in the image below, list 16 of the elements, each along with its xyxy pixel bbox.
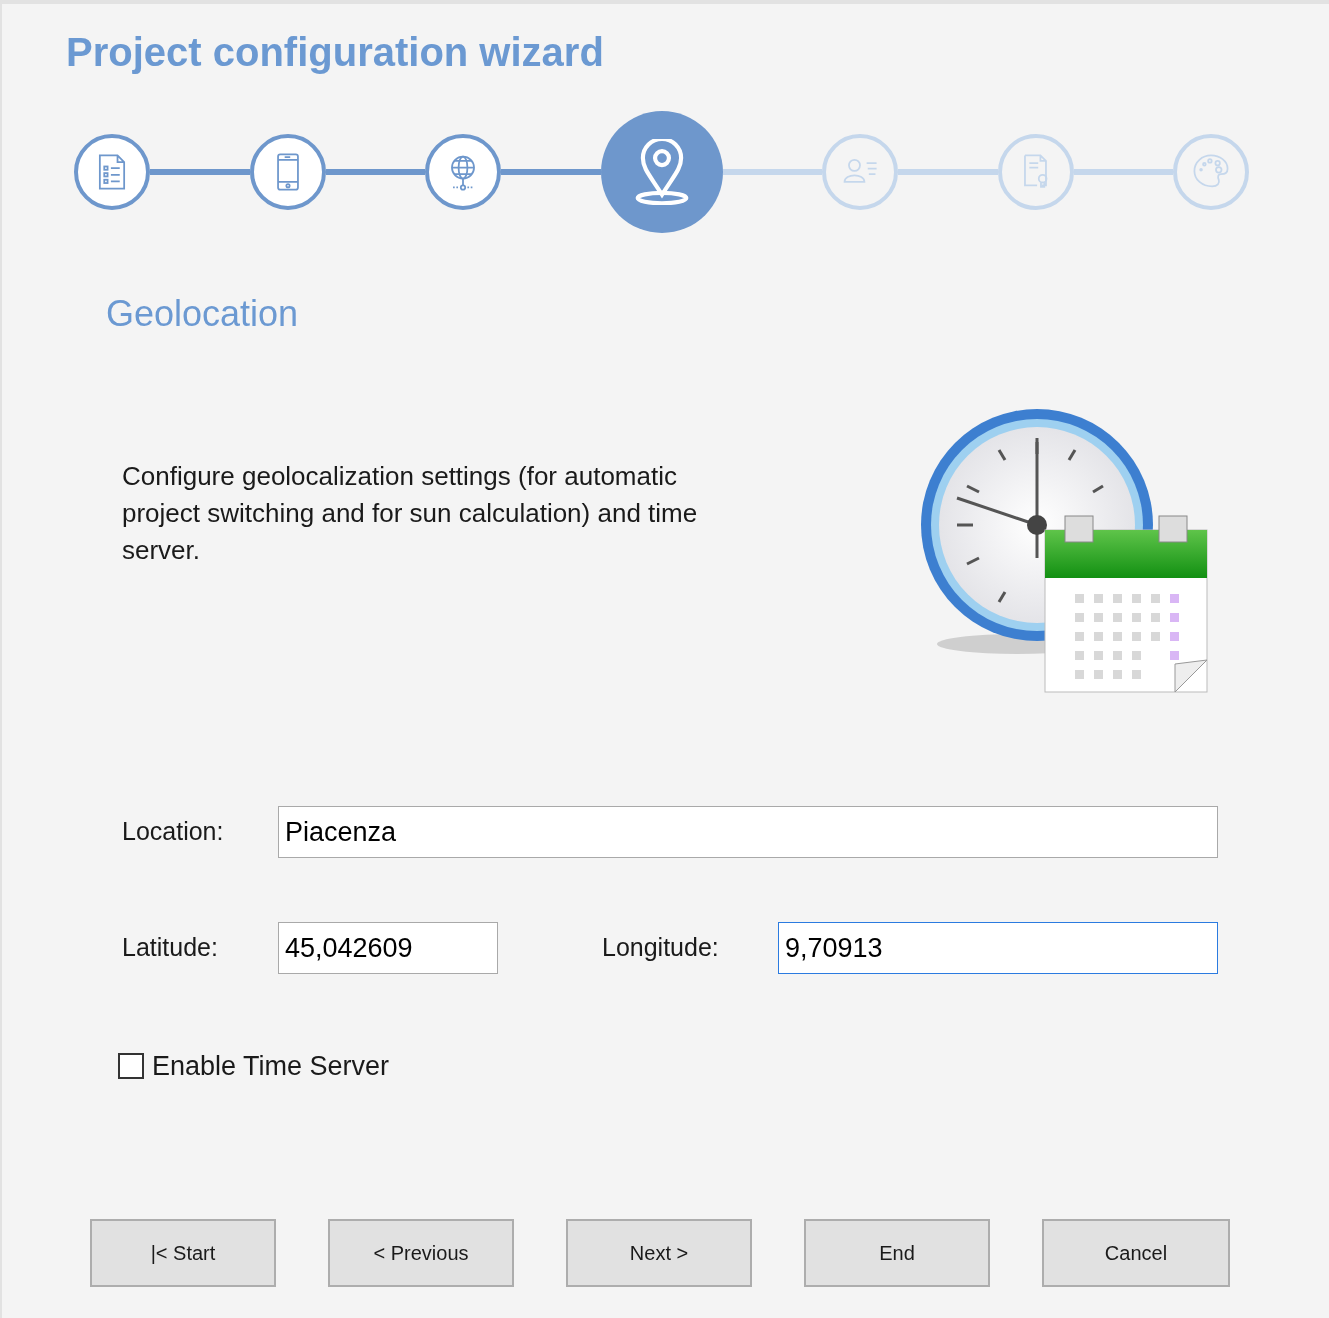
field-label: Longitude: [602, 932, 720, 964]
wizard-title: Project configuration wizard [66, 29, 604, 76]
field-label: Latitude: [122, 932, 219, 964]
input-field[interactable]: 9,70913 [778, 922, 1218, 974]
wizard-button[interactable]: |< Start [90, 1218, 276, 1287]
wizard-button[interactable]: End [804, 1218, 990, 1287]
checkbox[interactable] [118, 1053, 144, 1080]
wizard-button[interactable]: < Previous [328, 1218, 514, 1287]
section-title: Geolocation [106, 292, 299, 336]
input-field[interactable]: Piacenza [278, 806, 1218, 858]
field-label: Location: [122, 816, 225, 848]
input-field[interactable]: 45,042609 [278, 922, 498, 974]
wizard-button[interactable]: Next > [566, 1218, 752, 1287]
wizard-button[interactable]: Cancel [1042, 1218, 1230, 1287]
description-text: Configure geolocalization settings (for automatic project switching and for sun calculation) and time server. [122, 460, 699, 567]
checkbox-label: Enable Time Server [152, 1050, 390, 1083]
